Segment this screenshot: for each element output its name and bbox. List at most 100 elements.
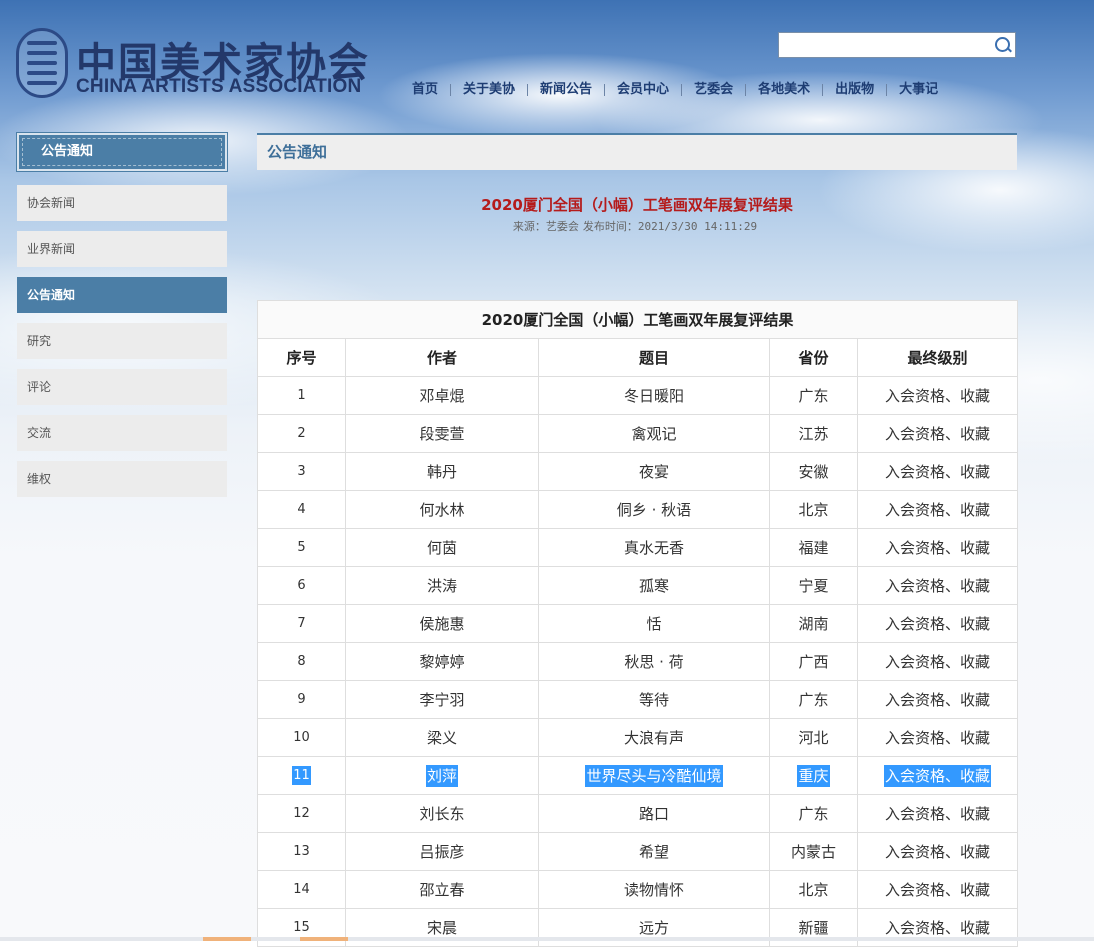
nav-item[interactable]: 关于美协 (451, 81, 527, 99)
cell-text: 入会资格、收藏 (885, 691, 991, 709)
cell-text: 入会资格、收藏 (884, 765, 992, 787)
sidebar-item[interactable]: 业界新闻 (17, 231, 227, 267)
association-emblem-icon (16, 28, 68, 98)
scrollbar-marker (300, 937, 348, 941)
cell-text: 大浪有声 (623, 729, 684, 747)
sidebar-item[interactable]: 交流 (17, 415, 227, 451)
cell-text: 刘萍 (425, 765, 458, 787)
column-header: 最终级别 (856, 338, 1019, 377)
cell-text: 10 (293, 730, 310, 745)
sidebar-item[interactable]: 公告通知 (17, 277, 227, 313)
cell-text: 何水林 (419, 501, 465, 519)
table-cell: 入会资格、收藏 (856, 832, 1019, 871)
article-source: 来源：艺委会 (512, 220, 579, 233)
cell-text: 入会资格、收藏 (885, 615, 991, 633)
table-cell: 路口 (538, 794, 770, 833)
table-cell: 邓卓焜 (345, 376, 539, 415)
cell-text: 段雯萱 (419, 425, 465, 443)
table-cell: 世界尽头与冷酷仙境 (538, 756, 770, 795)
table-cell: 3 (257, 452, 346, 491)
table-row: 10 梁义 大浪有声 河北 入会资格、收藏 (257, 718, 1019, 757)
table-header-row: 序号 作者 题目 省份 最终级别 (257, 338, 1019, 377)
cell-text: 读物情怀 (623, 881, 684, 899)
cell-text: 入会资格、收藏 (885, 881, 991, 899)
cell-text: 广东 (798, 691, 829, 709)
sidebar-item[interactable]: 研究 (17, 323, 227, 359)
table-cell: 真水无香 (538, 528, 770, 567)
cell-text: 13 (293, 844, 310, 859)
sidebar-item[interactable]: 协会新闻 (17, 185, 227, 221)
search-input[interactable] (783, 34, 992, 58)
cell-text: 希望 (638, 843, 669, 861)
table-cell: 段雯萱 (345, 414, 539, 453)
cell-text: 湖南 (798, 615, 829, 633)
nav-item[interactable]: 大事记 (887, 81, 950, 99)
cell-text: 8 (297, 654, 306, 669)
sidebar: 公告通知 协会新闻 业界新闻 公告通知 研究 评论 交流 维权 (16, 132, 228, 497)
table-cell: 5 (257, 528, 346, 567)
cell-text: 2 (297, 426, 306, 441)
table-caption: 2020厦门全国（小幅）工笔画双年展复评结果 (256, 300, 1019, 339)
search-icon[interactable] (995, 37, 1010, 52)
table-cell: 11 (257, 756, 346, 795)
cell-text: 广西 (798, 653, 829, 671)
horizontal-scrollbar[interactable] (0, 937, 1094, 941)
table-cell: 入会资格、收藏 (856, 452, 1019, 491)
nav-item[interactable]: 出版物 (823, 81, 886, 99)
table-cell: 刘萍 (345, 756, 539, 795)
site-logo[interactable]: 中国美术家协会 CHINA ARTISTS ASSOCIATION (16, 28, 376, 102)
cell-text: 12 (293, 806, 310, 821)
table-cell: 入会资格、收藏 (856, 490, 1019, 529)
table-row: 1 邓卓焜 冬日暖阳 广东 入会资格、收藏 (257, 376, 1019, 415)
section-title: 公告通知 (257, 133, 1017, 170)
table-cell: 1 (257, 376, 346, 415)
table-cell: 8 (257, 642, 346, 681)
cell-text: 何茵 (426, 539, 457, 557)
sidebar-item[interactable]: 维权 (17, 461, 227, 497)
cell-text: 重庆 (797, 765, 830, 787)
table-cell: 侗乡 · 秋语 (538, 490, 770, 529)
sidebar-title: 公告通知 (16, 132, 228, 172)
article-title: 2020厦门全国（小幅）工笔画双年展复评结果 (481, 196, 793, 214)
nav-item[interactable]: 新闻公告 (528, 81, 604, 99)
cell-text: 入会资格、收藏 (885, 501, 991, 519)
sidebar-item[interactable]: 评论 (17, 369, 227, 405)
cell-text: 入会资格、收藏 (885, 653, 991, 671)
table-cell: 入会资格、收藏 (856, 376, 1019, 415)
table-row: 4 何水林 侗乡 · 秋语 北京 入会资格、收藏 (257, 490, 1019, 529)
table-cell: 安徽 (769, 452, 858, 491)
results-table: 2020厦门全国（小幅）工笔画双年展复评结果 序号 作者 题目 省份 最终级别 1 邓卓焜… (256, 300, 1019, 947)
column-header: 省份 (769, 338, 858, 377)
cell-text: 入会资格、收藏 (885, 539, 991, 557)
cell-text: 内蒙古 (790, 843, 836, 861)
table-cell: 入会资格、收藏 (856, 756, 1019, 795)
cell-text: 5 (297, 540, 306, 555)
cell-text: 冬日暖阳 (623, 387, 684, 405)
cell-text: 侗乡 · 秋语 (616, 501, 692, 519)
cell-text: 入会资格、收藏 (885, 387, 991, 405)
table-cell: 入会资格、收藏 (856, 566, 1019, 605)
table-cell: 北京 (769, 490, 858, 529)
cell-text: 邵立春 (419, 881, 465, 899)
table-row: 12 刘长东 路口 广东 入会资格、收藏 (257, 794, 1019, 833)
table-cell: 福建 (769, 528, 858, 567)
nav-item[interactable]: 各地美术 (746, 81, 822, 99)
cell-text: 7 (297, 616, 306, 631)
nav-item[interactable]: 首页 (400, 81, 450, 99)
nav-item[interactable]: 艺委会 (682, 81, 745, 99)
cell-text: 洪涛 (426, 577, 457, 595)
cell-text: 恬 (646, 615, 662, 633)
cell-text: 等待 (638, 691, 669, 709)
main-content: 公告通知 2020厦门全国（小幅）工笔画双年展复评结果 来源：艺委会 发布时间：2… (256, 133, 1019, 947)
table-row: 6 洪涛 孤寒 宁夏 入会资格、收藏 (257, 566, 1019, 605)
table-row: 3 韩丹 夜宴 安徽 入会资格、收藏 (257, 452, 1019, 491)
cell-text: 路口 (638, 805, 669, 823)
cell-text: 入会资格、收藏 (885, 919, 991, 937)
search-box (778, 32, 1016, 58)
table-cell: 冬日暖阳 (538, 376, 770, 415)
cell-text: 15 (293, 920, 310, 935)
nav-item[interactable]: 会员中心 (605, 81, 681, 99)
table-row: 9 李宁羽 等待 广东 入会资格、收藏 (257, 680, 1019, 719)
cell-text: 入会资格、收藏 (885, 577, 991, 595)
cell-text: 梁义 (426, 729, 457, 747)
